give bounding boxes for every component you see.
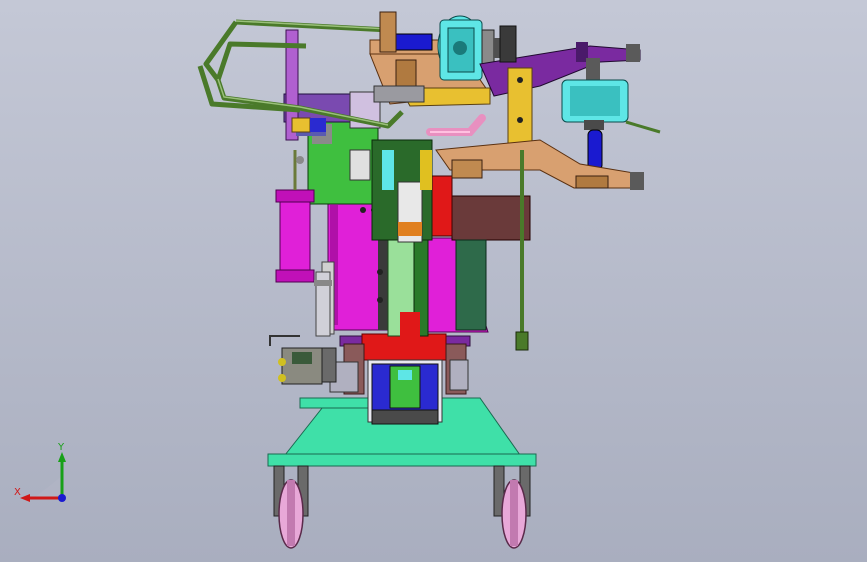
cyan-actuator-right [561, 58, 661, 171]
z-axis-dot [58, 494, 66, 502]
tan-gripper-arm [435, 139, 644, 190]
wheel-right [493, 465, 531, 549]
cad-assembly-model[interactable] [0, 0, 867, 562]
coordinate-triad: Y X [14, 442, 66, 502]
y-axis-label: Y [57, 442, 65, 453]
x-axis-label: X [14, 487, 21, 498]
wheel-left [273, 465, 309, 549]
y-axis-arrow [58, 452, 66, 462]
grey-cylinder [314, 271, 332, 337]
cad-graphics-viewport[interactable]: Y X [0, 0, 867, 562]
x-axis-arrow [20, 494, 30, 502]
pink-hose [426, 114, 486, 136]
triad-plane [34, 476, 62, 498]
left-side-bracket [269, 335, 337, 385]
olive-rod-right [515, 150, 529, 351]
